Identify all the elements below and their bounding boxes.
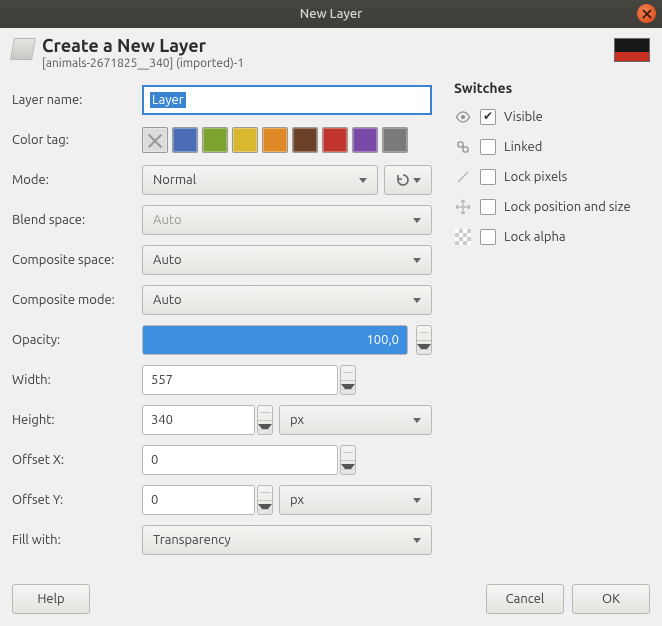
chevron-down-icon: [359, 178, 367, 183]
mode-label: Mode:: [12, 173, 142, 187]
fill-with-label: Fill with:: [12, 533, 142, 547]
height-spinner[interactable]: [257, 405, 273, 435]
chevron-down-icon: [413, 538, 421, 543]
visible-checkbox[interactable]: [480, 109, 496, 125]
spinner-up[interactable]: [417, 326, 431, 341]
color-tag-blue[interactable]: [172, 127, 198, 153]
chevron-down-icon: [413, 178, 421, 183]
lock-alpha-label: Lock alpha: [504, 230, 566, 244]
spinner-down[interactable]: [258, 421, 272, 435]
offset-x-spinner[interactable]: [340, 445, 356, 475]
lock-position-checkbox[interactable]: [480, 199, 496, 215]
offset-x-label: Offset X:: [12, 453, 142, 467]
offset-unit-combo[interactable]: px: [279, 485, 432, 515]
offset-y-input[interactable]: 0: [142, 485, 255, 515]
move-icon: [454, 199, 472, 215]
alpha-icon: [454, 229, 472, 245]
offset-y-spinner[interactable]: [257, 485, 273, 515]
color-tag-gray[interactable]: [382, 127, 408, 153]
window-title: New Layer: [300, 7, 363, 21]
chain-icon: [454, 140, 472, 154]
spinner-up[interactable]: [258, 486, 272, 501]
width-label: Width:: [12, 373, 142, 387]
spinner-down[interactable]: [258, 501, 272, 515]
composite-mode-label: Composite mode:: [12, 293, 142, 307]
eye-icon: [454, 109, 472, 125]
ok-button[interactable]: OK: [572, 584, 650, 614]
brush-icon: [454, 170, 472, 184]
opacity-spinner[interactable]: [416, 325, 432, 355]
reset-icon: [396, 173, 410, 187]
lock-position-label: Lock position and size: [504, 200, 631, 214]
offset-y-label: Offset Y:: [12, 493, 142, 507]
mode-reset-button[interactable]: [384, 165, 432, 195]
offset-x-input[interactable]: 0: [142, 445, 338, 475]
layer-icon: [10, 38, 36, 60]
fill-with-combo[interactable]: Transparency: [142, 525, 432, 555]
opacity-slider[interactable]: 100,0: [142, 325, 408, 355]
lock-pixels-checkbox[interactable]: [480, 169, 496, 185]
spinner-down[interactable]: [341, 381, 355, 395]
color-tag-label: Color tag:: [12, 133, 142, 147]
color-tag-violet[interactable]: [352, 127, 378, 153]
color-tag-green[interactable]: [202, 127, 228, 153]
spinner-down[interactable]: [417, 341, 431, 355]
lock-alpha-checkbox[interactable]: [480, 229, 496, 245]
layer-name-input[interactable]: Layer: [142, 85, 432, 115]
linked-label: Linked: [504, 140, 542, 154]
chevron-down-icon: [413, 498, 421, 503]
size-unit-combo[interactable]: px: [279, 405, 432, 435]
chevron-down-icon: [413, 258, 421, 263]
image-thumbnail: [614, 38, 650, 62]
spinner-down[interactable]: [341, 461, 355, 475]
switches-title: Switches: [454, 80, 631, 96]
composite-mode-combo[interactable]: Auto: [142, 285, 432, 315]
switches-panel: Switches Visible Linked: [454, 80, 631, 560]
spinner-up[interactable]: [341, 366, 355, 381]
color-tag-brown[interactable]: [292, 127, 318, 153]
color-tag-yellow[interactable]: [232, 127, 258, 153]
titlebar: New Layer: [0, 0, 662, 28]
color-tag-swatches: [142, 127, 408, 153]
height-input[interactable]: 340: [142, 405, 255, 435]
opacity-label: Opacity:: [12, 333, 142, 347]
chevron-down-icon: [413, 298, 421, 303]
visible-label: Visible: [504, 110, 543, 124]
width-input[interactable]: 557: [142, 365, 338, 395]
spinner-up[interactable]: [258, 406, 272, 421]
color-tag-none[interactable]: [142, 127, 168, 153]
height-label: Height:: [12, 413, 142, 427]
dialog-title: Create a New Layer: [42, 36, 244, 56]
dialog-subtitle: [animals-2671825__340] (imported)-1: [42, 57, 244, 70]
lock-pixels-label: Lock pixels: [504, 170, 567, 184]
help-button[interactable]: Help: [12, 584, 90, 614]
chevron-down-icon: [413, 418, 421, 423]
close-button[interactable]: [637, 4, 656, 23]
composite-space-combo[interactable]: Auto: [142, 245, 432, 275]
layer-name-label: Layer name:: [12, 93, 142, 107]
color-tag-orange[interactable]: [262, 127, 288, 153]
color-tag-red[interactable]: [322, 127, 348, 153]
width-spinner[interactable]: [340, 365, 356, 395]
composite-space-label: Composite space:: [12, 253, 142, 267]
spinner-up[interactable]: [341, 446, 355, 461]
cancel-button[interactable]: Cancel: [486, 584, 564, 614]
chevron-down-icon: [413, 218, 421, 223]
blend-space-label: Blend space:: [12, 213, 142, 227]
dialog-header: Create a New Layer [animals-2671825__340…: [12, 36, 650, 70]
blend-space-combo[interactable]: Auto: [142, 205, 432, 235]
linked-checkbox[interactable]: [480, 139, 496, 155]
mode-combo[interactable]: Normal: [142, 165, 378, 195]
